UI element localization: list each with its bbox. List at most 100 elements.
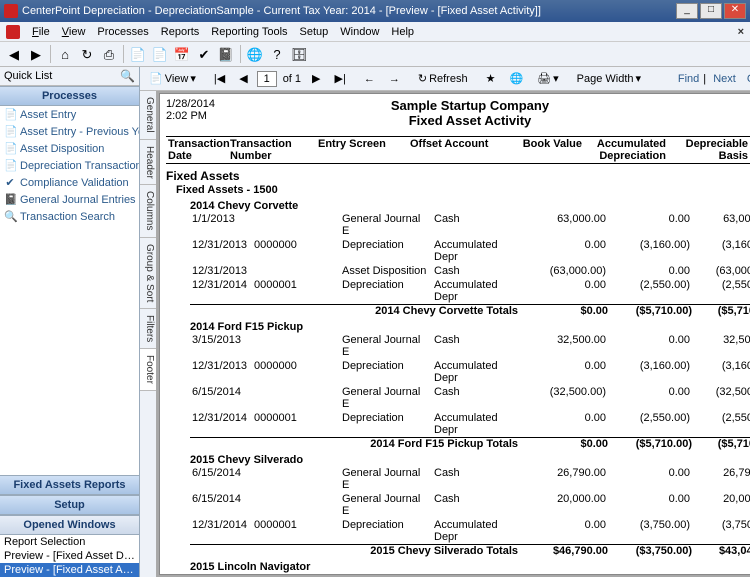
total-label: 2014 Ford F15 Pickup Totals bbox=[190, 438, 522, 450]
report-date: 1/28/2014 bbox=[166, 98, 256, 110]
help-button[interactable]: ? bbox=[267, 44, 287, 64]
menu-reports[interactable]: Reports bbox=[161, 26, 200, 38]
cell-depbase: 32,500.00 bbox=[692, 333, 750, 359]
calendar-button[interactable]: 📅 bbox=[172, 44, 192, 64]
company-name: Sample Startup Company bbox=[256, 98, 684, 113]
db-button[interactable]: 🗄 bbox=[289, 44, 309, 64]
cell-number bbox=[252, 264, 312, 278]
process-item[interactable]: 📄Asset Entry - Previous Ye.. bbox=[0, 123, 139, 140]
cell-date: 12/31/2013 bbox=[190, 264, 252, 278]
cell-book: (32,500.00) bbox=[522, 385, 608, 411]
window-title: CenterPoint Depreciation - DepreciationS… bbox=[22, 5, 676, 17]
next-page-button[interactable]: ▶ bbox=[307, 69, 325, 89]
prev-page-button[interactable]: ◀ bbox=[234, 69, 252, 89]
process-item[interactable]: 🔍Transaction Search bbox=[0, 208, 139, 225]
fixed-assets-reports-header[interactable]: Fixed Assets Reports bbox=[0, 475, 139, 495]
menu-file[interactable]: File bbox=[32, 26, 50, 38]
zoom-dropdown[interactable]: Page Width ▾ bbox=[572, 69, 646, 89]
processes-header[interactable]: Processes bbox=[0, 86, 139, 106]
asset-entry-button[interactable]: 📄 bbox=[128, 44, 148, 64]
cell-date: 1/1/2013 bbox=[190, 212, 252, 238]
menu-tools[interactable]: Reporting Tools bbox=[211, 26, 287, 38]
cell-entry: Depreciation bbox=[340, 359, 432, 385]
opened-window-item[interactable]: Preview - [Fixed Asset Dispositions] bbox=[0, 549, 139, 563]
tab-filters[interactable]: Filters bbox=[140, 309, 156, 349]
calendar-icon: 📅 bbox=[174, 48, 190, 61]
search-icon[interactable]: 🔍 bbox=[120, 69, 135, 83]
menu-setup[interactable]: Setup bbox=[300, 26, 329, 38]
vertical-tabs: General Header Columns Group & Sort Filt… bbox=[140, 91, 157, 577]
process-item[interactable]: 📄Asset Disposition bbox=[0, 140, 139, 157]
tab-footer[interactable]: Footer bbox=[140, 349, 156, 391]
cell-account: Accumulated Depr bbox=[432, 278, 522, 304]
find-close-link[interactable]: Close bbox=[743, 73, 750, 85]
process-item[interactable]: 📓General Journal Entries bbox=[0, 191, 139, 208]
cell-accdep: 0.00 bbox=[608, 385, 692, 411]
history-back-button[interactable]: ← bbox=[359, 69, 380, 89]
maximize-button[interactable]: □ bbox=[700, 3, 722, 19]
opened-window-item[interactable]: Report Selection bbox=[0, 535, 139, 549]
cell-depbase: (2,550.00) bbox=[692, 411, 750, 437]
cell-accdep: (2,550.00) bbox=[608, 411, 692, 437]
page-number-input[interactable] bbox=[257, 71, 277, 87]
find-next-link[interactable]: Next bbox=[709, 73, 740, 85]
process-item[interactable]: ✔Compliance Validation bbox=[0, 174, 139, 191]
main-toolbar: ◀ ▶ ⌂ ↻ ⎙ 📄 📄 📅 ✔ 📓 🌐 ? 🗄 bbox=[0, 42, 750, 67]
column-headers: Transaction Date Transaction Number Entr… bbox=[166, 136, 750, 164]
process-item[interactable]: 📄Asset Entry bbox=[0, 106, 139, 123]
refresh-button[interactable]: ↻ bbox=[77, 44, 97, 64]
total-accdep: ($3,750.00) bbox=[608, 545, 692, 557]
cell-account: Cash bbox=[432, 573, 522, 575]
history-fwd-button[interactable]: → bbox=[384, 69, 405, 89]
nav-fwd-button[interactable]: ▶ bbox=[26, 44, 46, 64]
cell-accdep: 0.00 bbox=[608, 492, 692, 518]
minimize-button[interactable]: _ bbox=[676, 3, 698, 19]
col-book-value: Book Value bbox=[498, 137, 584, 163]
close-button[interactable]: ✕ bbox=[724, 3, 746, 19]
view-dropdown[interactable]: 📄 View ▾ bbox=[144, 69, 201, 89]
cell-depbase: (63,000.00) bbox=[692, 264, 750, 278]
setup-header[interactable]: Setup bbox=[0, 495, 139, 515]
cell-number bbox=[252, 466, 312, 492]
web-button[interactable]: 🌐 bbox=[504, 69, 528, 89]
web-button[interactable]: 🌐 bbox=[245, 44, 265, 64]
cell-date: 6/15/2014 bbox=[190, 466, 252, 492]
report-toolbar: 📄 View ▾ |◀ ◀ of 1 ▶ ▶| ← → ↻ Refresh ★ … bbox=[140, 67, 750, 91]
journal-button[interactable]: 📓 bbox=[216, 44, 236, 64]
print-report-button[interactable]: 🖨▾ bbox=[532, 69, 564, 89]
tab-header[interactable]: Header bbox=[140, 140, 156, 186]
print-button[interactable]: ⎙ bbox=[99, 44, 119, 64]
last-page-button[interactable]: ▶| bbox=[330, 69, 351, 89]
refresh-report-button[interactable]: ↻ Refresh bbox=[413, 69, 473, 89]
validate-button[interactable]: ✔ bbox=[194, 44, 214, 64]
check-icon: ✔ bbox=[199, 48, 210, 61]
transaction-row: 6/15/2014General Journal ECash26,790.000… bbox=[190, 466, 750, 492]
page-of-label: of 1 bbox=[281, 73, 303, 85]
tab-columns[interactable]: Columns bbox=[140, 185, 156, 237]
home-button[interactable]: ⌂ bbox=[55, 44, 75, 64]
tab-general[interactable]: General bbox=[140, 91, 156, 140]
left-panel: Quick List 🔍 Processes 📄Asset Entry📄Asse… bbox=[0, 67, 140, 577]
cell-number: 0000000 bbox=[252, 359, 312, 385]
report-page: 1/28/2014 2:02 PM Sample Startup Company… bbox=[159, 93, 750, 575]
asset-disposition-button[interactable]: 📄 bbox=[150, 44, 170, 64]
find-link[interactable]: Find bbox=[674, 73, 703, 85]
first-page-button[interactable]: |◀ bbox=[209, 69, 230, 89]
menu-view[interactable]: View bbox=[62, 26, 86, 38]
opened-window-item[interactable]: Preview - [Fixed Asset Activity] bbox=[0, 563, 139, 577]
app-menu-icon[interactable] bbox=[6, 25, 20, 39]
mdi-close-button[interactable]: × bbox=[738, 26, 744, 38]
journal-icon: 📓 bbox=[218, 48, 234, 61]
cell-entry: General Journal E bbox=[340, 466, 432, 492]
menu-processes[interactable]: Processes bbox=[97, 26, 148, 38]
process-item[interactable]: 📄Depreciation Transactions bbox=[0, 157, 139, 174]
favorite-button[interactable]: ★ bbox=[481, 69, 501, 89]
find-box: Find| Next Close bbox=[674, 73, 750, 85]
menu-help[interactable]: Help bbox=[391, 26, 414, 38]
tab-group-sort[interactable]: Group & Sort bbox=[140, 238, 156, 309]
menu-window[interactable]: Window bbox=[340, 26, 379, 38]
cell-date: 6/15/2014 bbox=[190, 492, 252, 518]
nav-back-button[interactable]: ◀ bbox=[4, 44, 24, 64]
cell-account: Accumulated Depr bbox=[432, 359, 522, 385]
cell-book: 63,000.00 bbox=[522, 212, 608, 238]
